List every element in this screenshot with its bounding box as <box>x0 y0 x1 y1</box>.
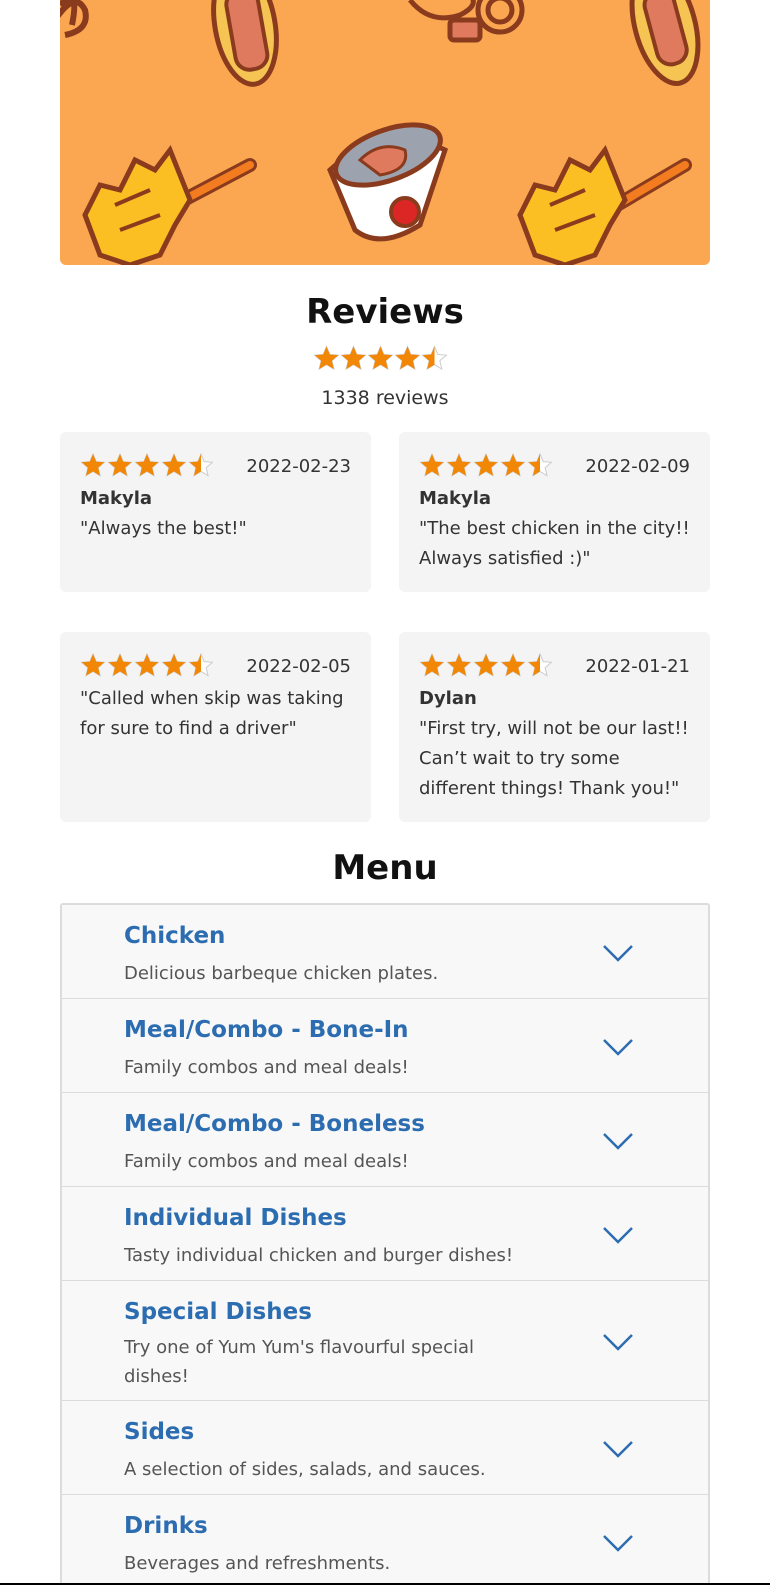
menu-category-name: Drinks <box>124 1513 208 1539</box>
review-author: Makyla <box>419 488 492 509</box>
menu-category-description: Tasty individual chicken and burger dish… <box>124 1245 514 1266</box>
star-filled-icon <box>501 454 525 476</box>
menu-category-sides[interactable]: Sides A selection of sides, salads, and … <box>62 1401 708 1495</box>
chevron-down-icon[interactable] <box>602 1037 634 1057</box>
chevron-down-icon[interactable] <box>602 943 634 963</box>
menu-category-meal-combo-boneless[interactable]: Meal/Combo - Boneless Family combos and … <box>62 1093 708 1187</box>
food-pattern-illustration <box>60 0 701 265</box>
noodles-icon <box>408 0 525 43</box>
star-filled-icon <box>314 346 339 370</box>
menu-category-name: Individual Dishes <box>124 1205 347 1231</box>
star-filled-icon <box>447 654 471 676</box>
chevron-down-icon[interactable] <box>602 1131 634 1151</box>
review-rating-stars <box>80 652 214 677</box>
star-filled-icon <box>81 654 105 676</box>
menu-category-name: Special Dishes <box>124 1299 312 1325</box>
star-filled-icon <box>395 346 420 370</box>
menu-category-description: Delicious barbeque chicken plates. <box>124 963 439 984</box>
menu-category-individual-dishes[interactable]: Individual Dishes Tasty individual chick… <box>62 1187 708 1281</box>
star-filled-icon <box>447 454 471 476</box>
review-text: "Always the best!" <box>80 518 247 539</box>
menu-category-name: Meal/Combo - Bone-In <box>124 1017 409 1043</box>
star-filled-icon <box>474 654 498 676</box>
review-rating-stars <box>419 452 553 477</box>
star-filled-icon <box>81 454 105 476</box>
menu-category-list: Chicken Delicious barbeque chicken plate… <box>60 903 710 1585</box>
review-date: 2022-02-23 <box>246 456 351 477</box>
menu-category-description: Family combos and meal deals! <box>124 1057 409 1078</box>
menu-category-description: A selection of sides, salads, and sauces… <box>124 1459 486 1480</box>
review-date: 2022-02-05 <box>246 656 351 677</box>
star-filled-icon <box>162 454 186 476</box>
review-card: 2022-02-05 "Called when skip was taking … <box>60 632 371 822</box>
menu-category-special-dishes[interactable]: Special Dishes Try one of Yum Yum's flav… <box>62 1281 708 1401</box>
review-text: "Called when skip was taking for sure to… <box>80 688 344 739</box>
review-date: 2022-01-21 <box>585 656 690 677</box>
review-card: 2022-02-23 Makyla "Always the best!" <box>60 432 371 592</box>
menu-category-description: Family combos and meal deals! <box>124 1151 409 1172</box>
menu-category-name: Chicken <box>124 923 226 949</box>
hotdog-icon <box>211 0 279 87</box>
menu-category-meal-combo-bone-in[interactable]: Meal/Combo - Bone-In Family combos and m… <box>62 999 708 1093</box>
star-filled-icon <box>135 454 159 476</box>
menu-category-name: Meal/Combo - Boneless <box>124 1111 425 1137</box>
star-filled-icon <box>108 654 132 676</box>
chevron-down-icon[interactable] <box>602 1533 634 1553</box>
reviews-count: 1338 reviews <box>321 387 449 409</box>
menu-category-drinks[interactable]: Drinks Beverages and refreshments. <box>62 1495 708 1585</box>
menu-category-name: Sides <box>124 1419 195 1445</box>
star-filled-icon <box>341 346 366 370</box>
star-filled-icon <box>501 654 525 676</box>
overall-rating-stars <box>313 345 448 371</box>
menu-heading: Menu <box>332 848 438 888</box>
chevron-down-icon[interactable] <box>602 1439 634 1459</box>
review-text: "First try, will not be our last!! Can’t… <box>419 718 689 799</box>
noodle-bowl-icon <box>60 0 89 38</box>
menu-category-description: Try one of Yum Yum's flavourful special … <box>124 1337 475 1387</box>
review-text: "The best chicken in the city!! Always s… <box>419 518 690 569</box>
review-card: 2022-01-21 Dylan "First try, will not be… <box>399 632 710 822</box>
hero-banner <box>60 0 710 265</box>
review-rating-stars <box>419 652 553 677</box>
chevron-down-icon[interactable] <box>602 1332 634 1352</box>
menu-category-description: Beverages and refreshments. <box>124 1553 391 1574</box>
sauce-cup-icon <box>327 122 449 242</box>
star-filled-icon <box>162 654 186 676</box>
menu-category-chicken[interactable]: Chicken Delicious barbeque chicken plate… <box>62 905 708 999</box>
hotdog-icon <box>629 0 701 86</box>
reviews-heading: Reviews <box>306 292 464 332</box>
star-filled-icon <box>474 454 498 476</box>
star-filled-icon <box>420 654 444 676</box>
review-author: Dylan <box>419 688 477 709</box>
review-rating-stars <box>80 452 214 477</box>
star-filled-icon <box>368 346 393 370</box>
star-filled-icon <box>420 454 444 476</box>
star-filled-icon <box>108 454 132 476</box>
review-author: Makyla <box>80 488 153 509</box>
review-card: 2022-02-09 Makyla "The best chicken in t… <box>399 432 710 592</box>
star-filled-icon <box>135 654 159 676</box>
chevron-down-icon[interactable] <box>602 1225 634 1245</box>
corn-dog-icon <box>517 144 692 265</box>
corn-dog-icon <box>82 144 257 265</box>
review-date: 2022-02-09 <box>585 456 690 477</box>
